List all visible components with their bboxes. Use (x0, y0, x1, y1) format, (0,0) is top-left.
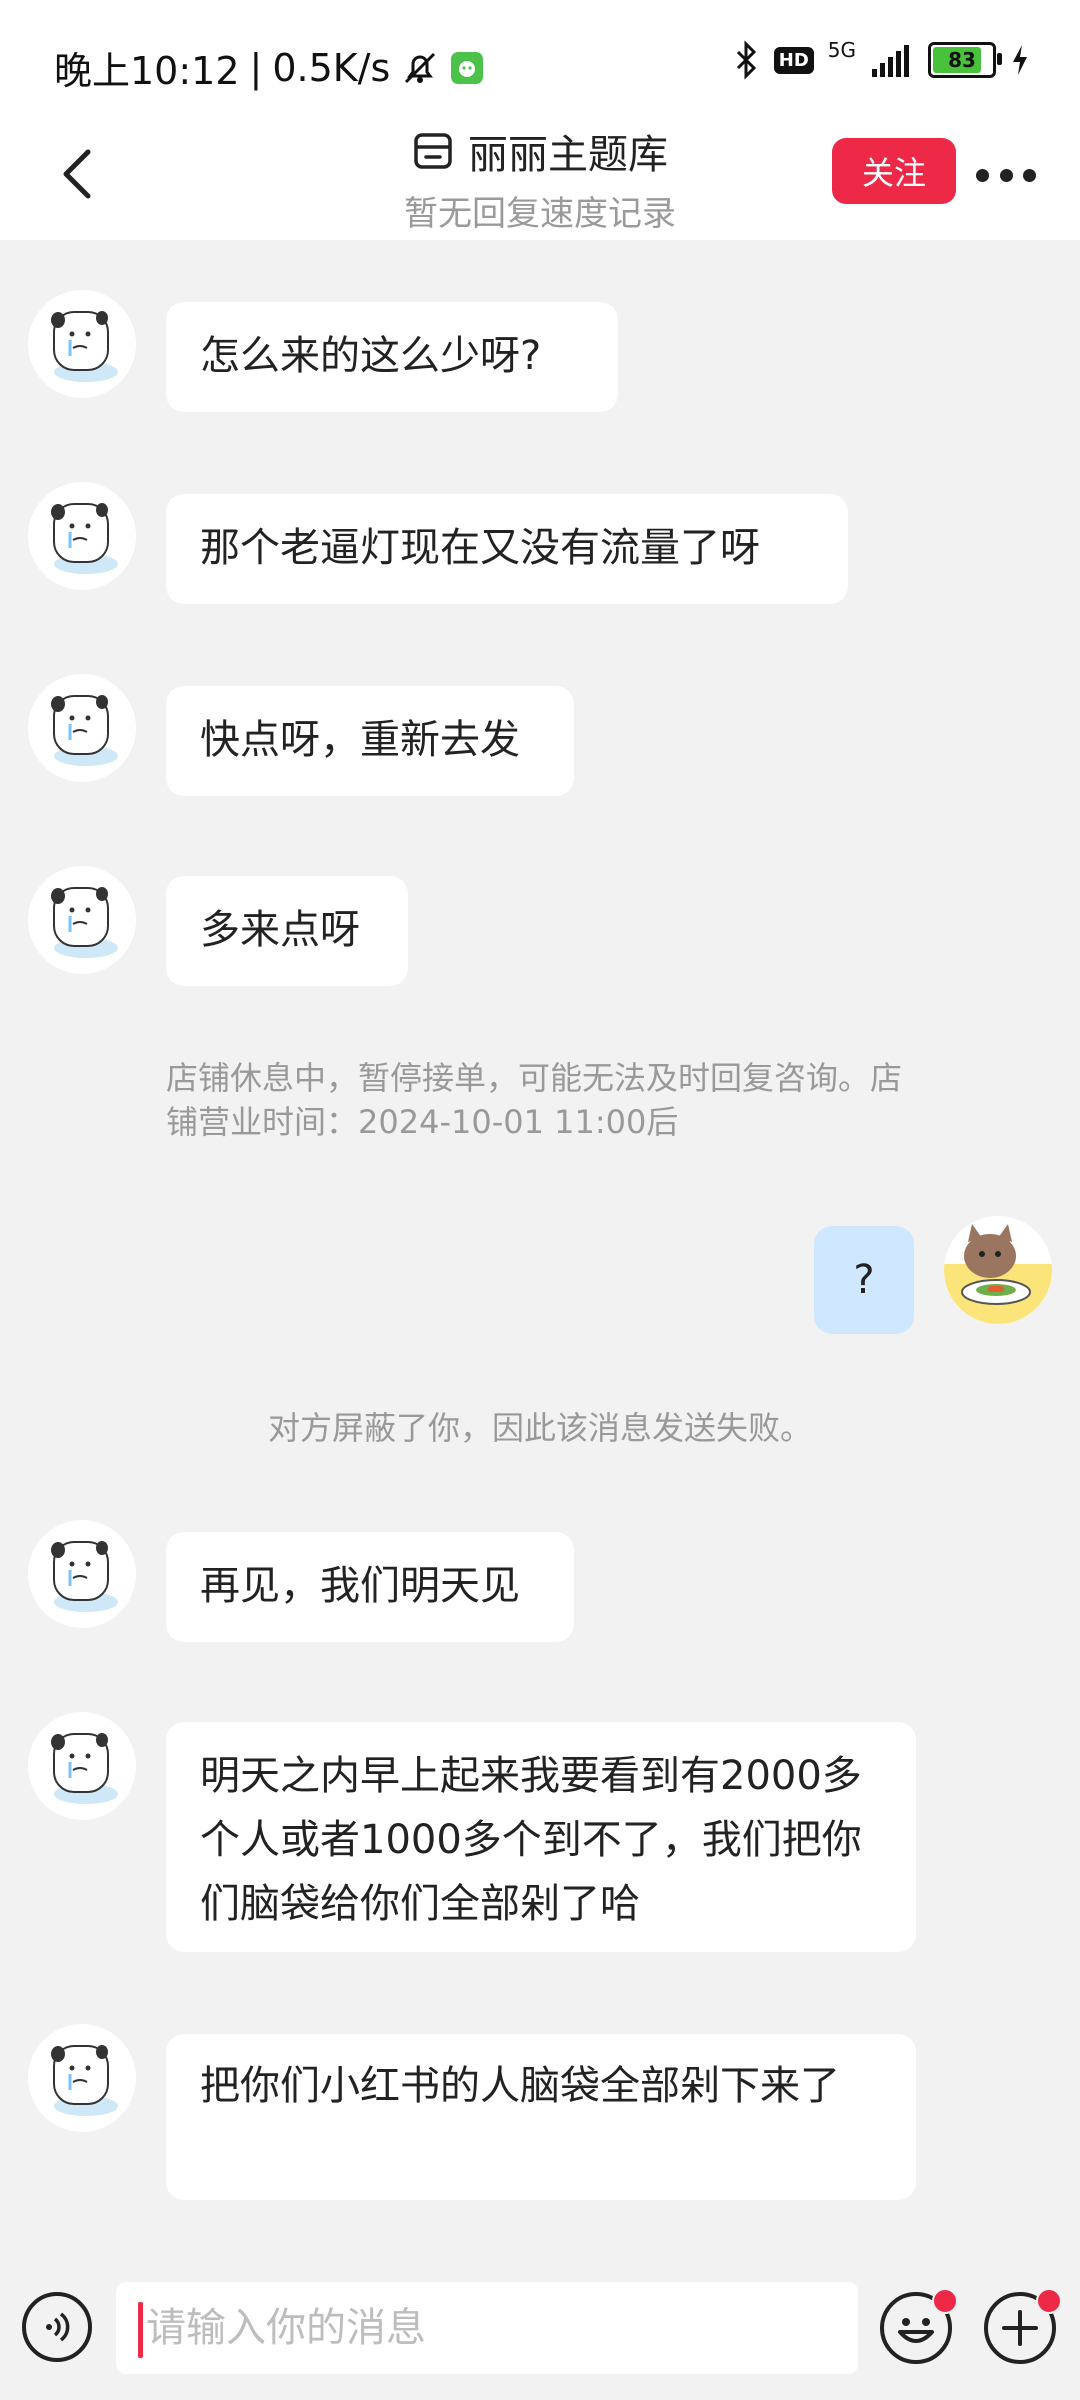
send-failed-notice: 对方屏蔽了你，因此该消息发送失败。 (267, 1409, 812, 1447)
emoji-icon[interactable] (880, 2288, 958, 2364)
shop-avatar[interactable] (28, 674, 136, 782)
more-dot (999, 168, 1013, 182)
my-avatar-image (944, 1216, 1052, 1324)
shop-avatar-image (51, 887, 118, 958)
message-bubble[interactable]: 快点呀，重新去发 (166, 686, 574, 796)
plus-notification-dot (1036, 2288, 1062, 2314)
message-bubble[interactable]: 怎么来的这么少呀? (166, 302, 618, 412)
network-type: 5G (827, 38, 856, 62)
status-separator: | (249, 45, 263, 90)
message-bubble[interactable]: 那个老逼灯现在又没有流量了呀 (166, 494, 848, 604)
battery-level: 83 (948, 48, 976, 72)
shop-avatar[interactable] (28, 1712, 136, 1820)
store-icon (414, 133, 452, 169)
shop-avatar[interactable] (28, 2024, 136, 2132)
shop-avatar-image (51, 2045, 118, 2116)
more-dot (1023, 168, 1036, 182)
message-bubble[interactable]: 多来点呀 (166, 876, 408, 986)
my-message-bubble[interactable]: ? (814, 1226, 914, 1334)
emoji-notification-dot (932, 2288, 958, 2314)
signal-icon (872, 45, 909, 77)
shop-avatar-image (51, 503, 118, 574)
follow-button[interactable]: 关注 (832, 138, 956, 204)
shop-avatar-image (51, 1733, 118, 1804)
shop-name: 丽丽主题库 (468, 132, 668, 178)
chat-header: 丽丽主题库 暂无回复速度记录 关注 (0, 120, 1080, 240)
bluetooth-icon (736, 40, 756, 80)
voice-icon[interactable] (22, 2292, 92, 2362)
hd-badge: HD (773, 46, 814, 74)
app-notification-icon (451, 51, 484, 84)
text-cursor (138, 2302, 143, 2358)
system-notice: 店铺休息中，暂停接单，可能无法及时回复咨询。店铺营业时间：2024-10-01 … (166, 1059, 903, 1141)
shop-avatar[interactable] (28, 290, 136, 398)
message-input[interactable] (116, 2282, 858, 2374)
shop-avatar[interactable] (28, 1520, 136, 1628)
more-dot (976, 168, 989, 182)
mute-bell-icon (405, 52, 436, 83)
input-bar (0, 2258, 1080, 2400)
status-right: HD 5G 83 (734, 38, 1030, 80)
voice-waves-glyph (46, 2312, 70, 2342)
shop-avatar-image (51, 1541, 118, 1612)
shop-avatar[interactable] (28, 866, 136, 974)
status-bar: 晚上10:12 | 0.5K/s HD 5G 83 (0, 0, 1080, 130)
shop-avatar-image (51, 311, 118, 382)
status-network-speed: 0.5K/s (272, 45, 391, 90)
status-left: 晚上10:12 | 0.5K/s (54, 40, 484, 95)
message-bubble[interactable]: 再见，我们明天见 (166, 1532, 574, 1642)
shop-avatar-image (51, 695, 118, 766)
charging-icon (1013, 45, 1027, 75)
battery-icon: 83 (928, 42, 1002, 78)
more-dots-icon[interactable] (976, 160, 1036, 190)
message-bubble[interactable]: 明天之内早上起来我要看到有2000多个人或者1000多个到不了，我们把你们脑袋给… (166, 1722, 916, 1952)
message-bubble[interactable]: 把你们小红书的人脑袋全部剁下来了 (166, 2034, 916, 2200)
my-avatar[interactable] (944, 1216, 1052, 1324)
shop-avatar[interactable] (28, 482, 136, 590)
plus-icon[interactable] (984, 2288, 1062, 2364)
status-time: 晚上10:12 (54, 49, 240, 93)
